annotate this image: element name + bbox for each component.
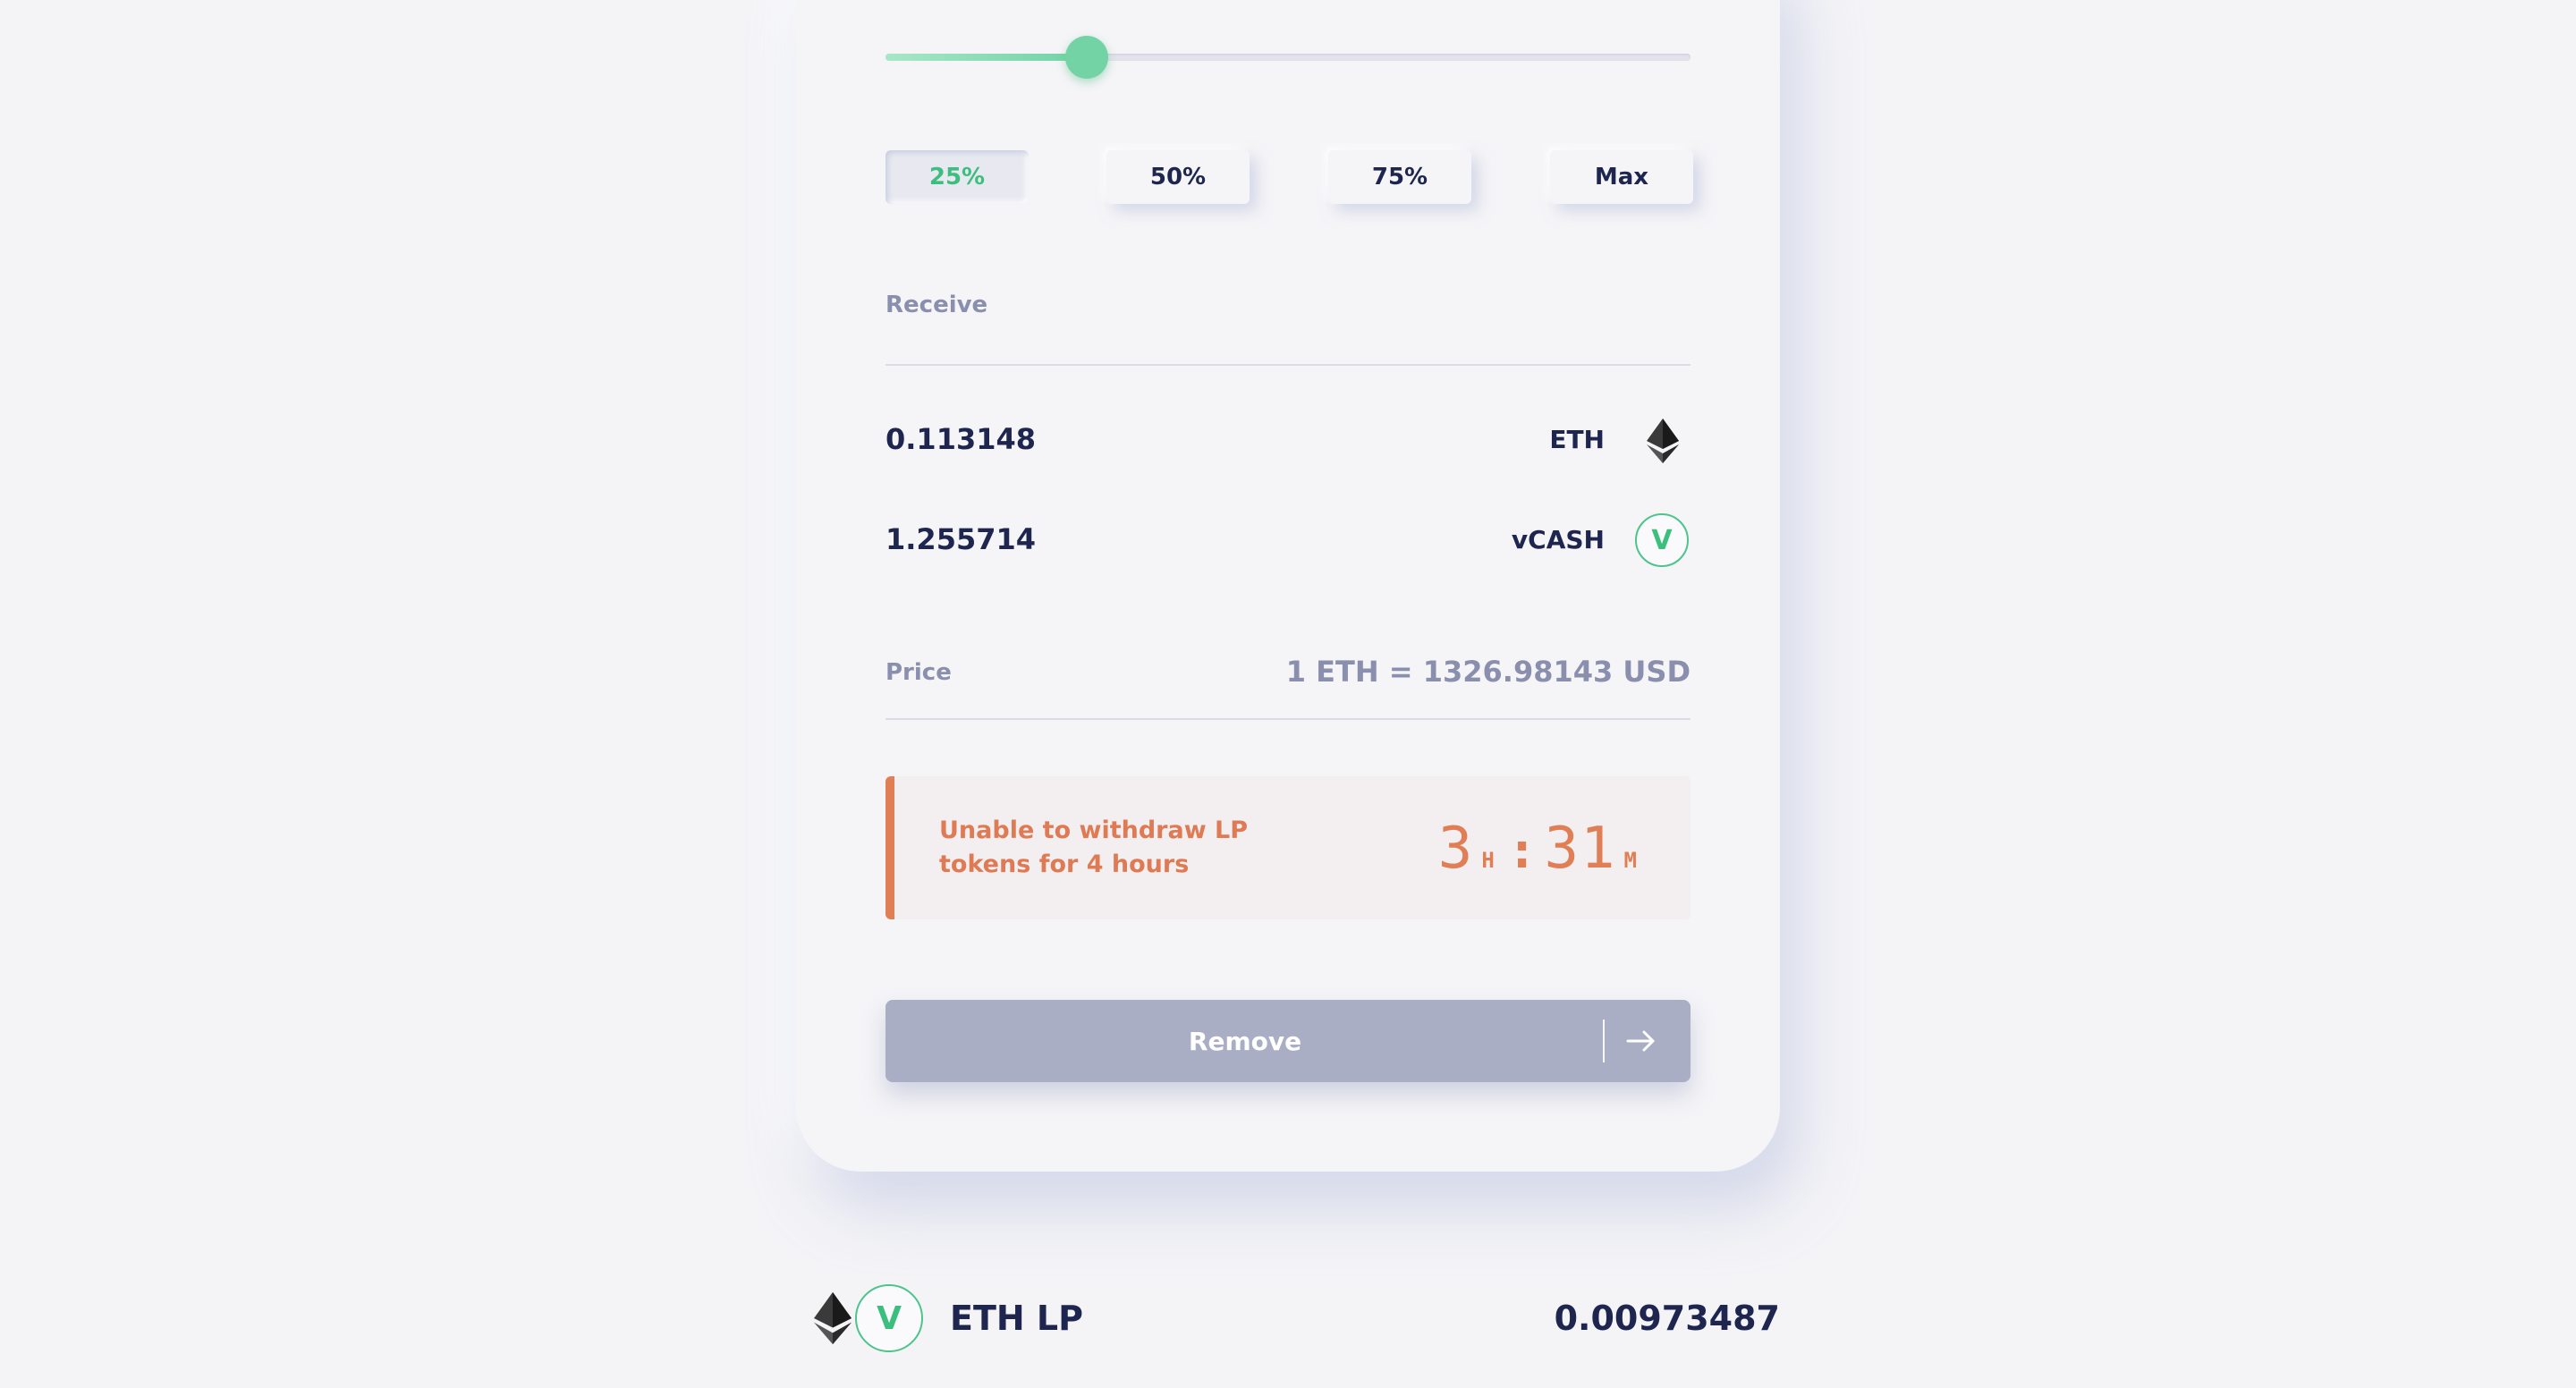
- max-button[interactable]: Max: [1550, 150, 1693, 204]
- ethereum-icon: [1647, 419, 1679, 463]
- price-label: Price: [886, 659, 952, 686]
- slider-fill: [886, 54, 1087, 61]
- arrow-right-icon: [1626, 1030, 1655, 1052]
- price-divider: [886, 718, 1690, 720]
- timer-hours: 3: [1437, 816, 1475, 882]
- ethereum-icon: [814, 1291, 852, 1345]
- vcash-icon: V: [1635, 513, 1689, 567]
- lp-name: ETH LP: [950, 1299, 1083, 1338]
- receive-divider: [886, 364, 1690, 366]
- timer-minutes: 31: [1544, 816, 1617, 882]
- lock-countdown-timer: 3 H : 31 M: [1438, 816, 1642, 882]
- vcash-symbol: vCASH: [1511, 525, 1605, 554]
- remove-button[interactable]: Remove: [886, 1000, 1690, 1082]
- remove-button-separator: [1603, 1020, 1605, 1062]
- amount-slider[interactable]: [886, 36, 1690, 79]
- eth-amount: 0.113148: [886, 422, 1037, 456]
- vcash-icon: V: [855, 1284, 923, 1352]
- percent-25-button[interactable]: 25%: [886, 150, 1029, 204]
- percent-75-button[interactable]: 75%: [1328, 150, 1471, 204]
- receive-label: Receive: [886, 292, 988, 318]
- timer-separator: :: [1506, 822, 1538, 880]
- warning-text: Unable to withdraw LP tokens for 4 hours: [939, 817, 1249, 878]
- vcash-amount: 1.255714: [886, 522, 1037, 556]
- price-value: 1 ETH = 1326.98143 USD: [1285, 655, 1690, 689]
- slider-thumb[interactable]: [1065, 36, 1108, 79]
- timer-hours-unit: H: [1481, 848, 1495, 873]
- timer-minutes-unit: M: [1623, 848, 1637, 873]
- lp-balance: 0.00973487: [1554, 1299, 1780, 1338]
- withdraw-lock-warning: Unable to withdraw LP tokens for 4 hours…: [886, 776, 1690, 919]
- remove-button-label: Remove: [1188, 1026, 1302, 1056]
- eth-symbol: ETH: [1549, 425, 1605, 454]
- lp-position-row[interactable]: V ETH LP 0.00973487: [814, 1281, 1780, 1359]
- percent-50-button[interactable]: 50%: [1106, 150, 1250, 204]
